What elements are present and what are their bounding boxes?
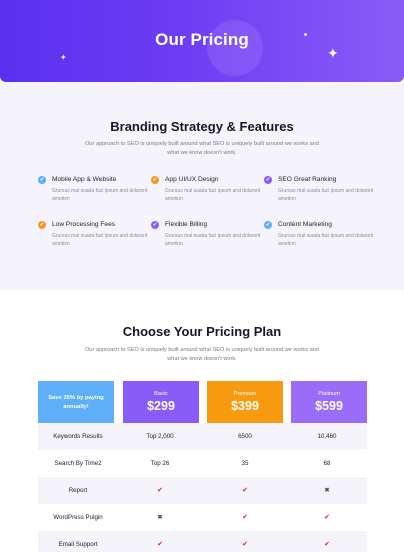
table-row: Report ✔ ✔ ✖ bbox=[38, 477, 367, 504]
plan-card-platinum[interactable]: Platinum $599 bbox=[291, 381, 367, 423]
feature-label: Search By Time2 bbox=[54, 460, 102, 467]
features-section: Branding Strategy & Features Our approac… bbox=[0, 82, 404, 290]
plan-name: Platinum bbox=[318, 391, 340, 397]
check-icon: ✔ bbox=[324, 513, 330, 521]
pricing-subtitle: Our approach to SEO is uniquely built ar… bbox=[85, 347, 319, 362]
feature-title: Flexible Billing bbox=[165, 221, 208, 228]
feature-label: Keywords Results bbox=[53, 433, 103, 440]
plan-card-basic[interactable]: Basic $299 bbox=[123, 381, 199, 423]
check-circle-icon: ✔ bbox=[264, 221, 272, 229]
feature-title: Mobile App & Website bbox=[52, 176, 117, 183]
plan-name: Basic bbox=[154, 391, 168, 397]
platinum-value: 10,460 bbox=[317, 433, 337, 440]
plan-price: $399 bbox=[231, 399, 259, 413]
table-row: Email Support ✔ ✔ ✔ bbox=[38, 531, 367, 552]
page-header-banner: ✦ ✦ Our Pricing bbox=[0, 0, 404, 82]
check-icon: ✔ bbox=[242, 540, 248, 548]
savings-text: Save 35% by paying annually! bbox=[48, 395, 104, 410]
feature-title: Low Processing Fees bbox=[52, 221, 116, 228]
page-title: Our Pricing bbox=[155, 30, 249, 49]
check-circle-icon: ✔ bbox=[38, 176, 46, 184]
feature-title: Content Marketing bbox=[278, 221, 332, 228]
feature-description: Grursus mal suada faci ipsum and dolaror… bbox=[52, 188, 148, 202]
table-row: Search By Time2 Top 26 35 68 bbox=[38, 450, 367, 477]
check-circle-icon: ✔ bbox=[151, 176, 159, 184]
features-subtitle: Our approach to SEO is uniquely built ar… bbox=[85, 141, 319, 156]
check-icon: ✔ bbox=[157, 486, 163, 494]
feature-title: App UI/UX Design bbox=[165, 176, 219, 183]
check-icon: ✔ bbox=[242, 513, 248, 521]
table-row: Keywords Results Top 2,000 6500 10,460 bbox=[38, 423, 367, 450]
feature-description: Grursus mal suada faci ipsum and dolaror… bbox=[278, 188, 374, 202]
cross-icon: ✖ bbox=[157, 513, 163, 521]
table-row: WordPress Pulgin ✖ ✔ ✔ bbox=[38, 504, 367, 531]
check-icon: ✔ bbox=[242, 486, 248, 494]
premium-value: 35 bbox=[241, 460, 249, 467]
feature-description: Grursus mal suada faci ipsum and dolaror… bbox=[52, 233, 148, 247]
plan-card-premium[interactable]: Premium $399 bbox=[207, 381, 283, 423]
platinum-value: 68 bbox=[323, 460, 331, 467]
check-circle-icon: ✔ bbox=[264, 176, 272, 184]
cross-icon: ✖ bbox=[324, 486, 330, 494]
pricing-section: Choose Your Pricing Plan Our approach to… bbox=[0, 290, 404, 552]
feature-description: Grursus mal suada faci ipsum and dolaror… bbox=[278, 233, 374, 247]
features-title: Branding Strategy & Features bbox=[110, 119, 294, 134]
feature-title: SEO Great Ranking bbox=[278, 176, 337, 183]
pricing-title: Choose Your Pricing Plan bbox=[122, 324, 282, 339]
feature-description: Grursus mal suada faci ipsum and dolaror… bbox=[165, 233, 261, 247]
feature-label: Report bbox=[68, 487, 88, 494]
check-circle-icon: ✔ bbox=[38, 221, 46, 229]
basic-value: Top 26 bbox=[150, 460, 170, 467]
check-icon: ✔ bbox=[157, 540, 163, 548]
feature-label: Email Support bbox=[58, 541, 98, 548]
annual-savings-badge: Save 35% by paying annually! bbox=[38, 381, 114, 423]
check-circle-icon: ✔ bbox=[151, 221, 159, 229]
plan-price: $299 bbox=[147, 399, 175, 413]
feature-label: WordPress Pulgin bbox=[53, 514, 103, 521]
check-icon: ✔ bbox=[324, 540, 330, 548]
premium-value: 6500 bbox=[238, 433, 252, 440]
basic-value: Top 2,000 bbox=[146, 433, 174, 440]
plan-name: Premium bbox=[233, 391, 257, 397]
feature-description: Grursus mal suada faci ipsum and dolaror… bbox=[165, 188, 261, 202]
sparkle-icon: ✦ bbox=[60, 53, 67, 62]
plan-price: $599 bbox=[315, 399, 343, 413]
